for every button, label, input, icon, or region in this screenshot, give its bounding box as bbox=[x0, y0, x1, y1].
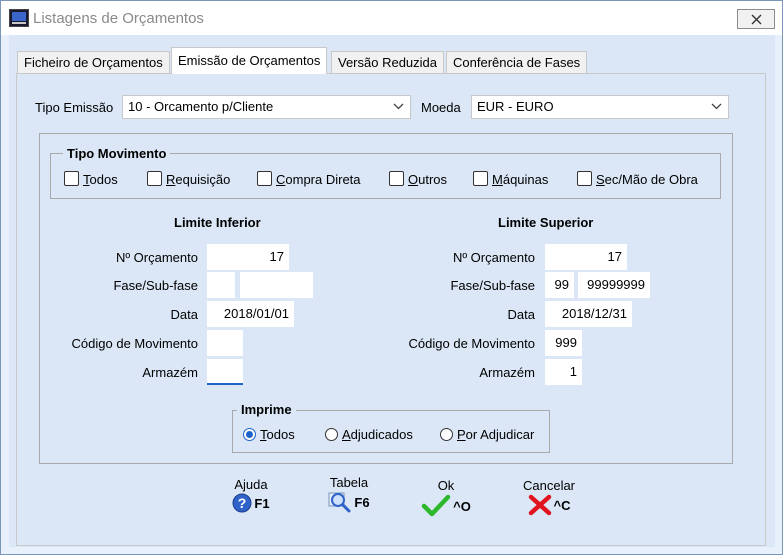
cancelar-button[interactable]: Cancelar ^C bbox=[509, 478, 589, 528]
sup-orcamento-label: Nº Orçamento bbox=[452, 250, 535, 265]
tab-versao-reduzida[interactable]: Versão Reduzida bbox=[331, 51, 445, 73]
limite-inferior-header: Limite Inferior bbox=[174, 215, 261, 230]
radio-imprime-por-adjudicar[interactable]: Por Adjudicar bbox=[440, 427, 534, 442]
tabela-button[interactable]: Tabela F6 bbox=[309, 475, 389, 525]
inf-fase-input[interactable] bbox=[207, 272, 235, 298]
inf-orcamento-input[interactable]: 17 bbox=[207, 244, 289, 270]
checkbox-requisicao[interactable]: Requisição bbox=[147, 171, 230, 189]
inf-orcamento-label: Nº Orçamento bbox=[115, 250, 198, 265]
sup-armazem-label: Armazém bbox=[479, 365, 535, 380]
sup-fase-label: Fase/Sub-fase bbox=[450, 278, 535, 293]
checkbox-maquinas[interactable]: Máquinas bbox=[473, 171, 548, 189]
inf-data-input[interactable]: 2018/01/01 bbox=[207, 301, 294, 327]
sup-fase-input[interactable]: 99 bbox=[545, 272, 574, 298]
radio-imprime-adjudicados[interactable]: Adjudicados bbox=[325, 427, 413, 442]
tipo-movimento-legend: Tipo Movimento bbox=[63, 146, 171, 161]
sup-data-input[interactable]: 2018/12/31 bbox=[545, 301, 632, 327]
moeda-label: Moeda bbox=[421, 100, 461, 115]
main-window: Listagens de Orçamentos Ficheiro de Orça… bbox=[0, 0, 783, 555]
checkbox-compra-direta[interactable]: Compra Direta bbox=[257, 171, 361, 189]
title-bar[interactable]: Listagens de Orçamentos bbox=[1, 1, 782, 35]
radio-imprime-todos[interactable]: Todos bbox=[243, 427, 295, 442]
inf-subfase-input[interactable] bbox=[240, 272, 313, 298]
sup-orcamento-input[interactable]: 17 bbox=[545, 244, 627, 270]
tipo-emissao-label: Tipo Emissão bbox=[35, 100, 114, 115]
inf-armazem-label: Armazém bbox=[142, 365, 198, 380]
sup-subfase-input[interactable]: 99999999 bbox=[578, 272, 650, 298]
window-title: Listagens de Orçamentos bbox=[33, 10, 204, 27]
inf-fase-label: Fase/Sub-fase bbox=[113, 278, 198, 293]
magnifier-icon bbox=[328, 492, 351, 513]
inf-codigo-label: Código de Movimento bbox=[71, 336, 198, 351]
tab-ficheiro-orcamentos[interactable]: Ficheiro de Orçamentos bbox=[17, 51, 170, 73]
checkbox-sec-mao-de-obra[interactable]: Sec/Mão de Obra bbox=[577, 171, 698, 189]
close-button[interactable] bbox=[737, 9, 775, 29]
tab-emissao-orcamentos[interactable]: Emissão de Orçamentos bbox=[171, 47, 328, 74]
sup-data-label: Data bbox=[507, 307, 535, 322]
moeda-select[interactable]: EUR - EURO bbox=[471, 95, 729, 119]
app-icon bbox=[9, 9, 29, 27]
ajuda-button[interactable]: Ajuda ? F1 bbox=[211, 477, 291, 527]
tipo-emissao-select[interactable]: 10 - Orcamento p/Cliente bbox=[122, 95, 411, 119]
chevron-down-icon bbox=[393, 103, 404, 110]
inf-armazem-input[interactable] bbox=[207, 359, 243, 385]
help-icon: ? bbox=[232, 493, 252, 513]
imprime-legend: Imprime bbox=[237, 402, 296, 417]
tab-conferencia-fases[interactable]: Conferência de Fases bbox=[446, 51, 588, 73]
sup-codigo-label: Código de Movimento bbox=[408, 336, 535, 351]
checkbox-todos[interactable]: Todos bbox=[64, 171, 118, 189]
check-icon bbox=[421, 494, 451, 517]
ok-button[interactable]: Ok ^O bbox=[406, 478, 486, 528]
close-icon bbox=[751, 14, 762, 25]
checkbox-outros[interactable]: Outros bbox=[389, 171, 447, 189]
inf-codigo-input[interactable] bbox=[207, 330, 243, 356]
chevron-down-icon bbox=[711, 103, 722, 110]
x-icon bbox=[528, 494, 551, 516]
limite-superior-header: Limite Superior bbox=[498, 215, 594, 230]
sup-codigo-input[interactable]: 999 bbox=[545, 330, 582, 356]
sup-armazem-input[interactable]: 1 bbox=[545, 359, 582, 385]
inf-data-label: Data bbox=[170, 307, 198, 322]
svg-text:?: ? bbox=[238, 495, 247, 511]
